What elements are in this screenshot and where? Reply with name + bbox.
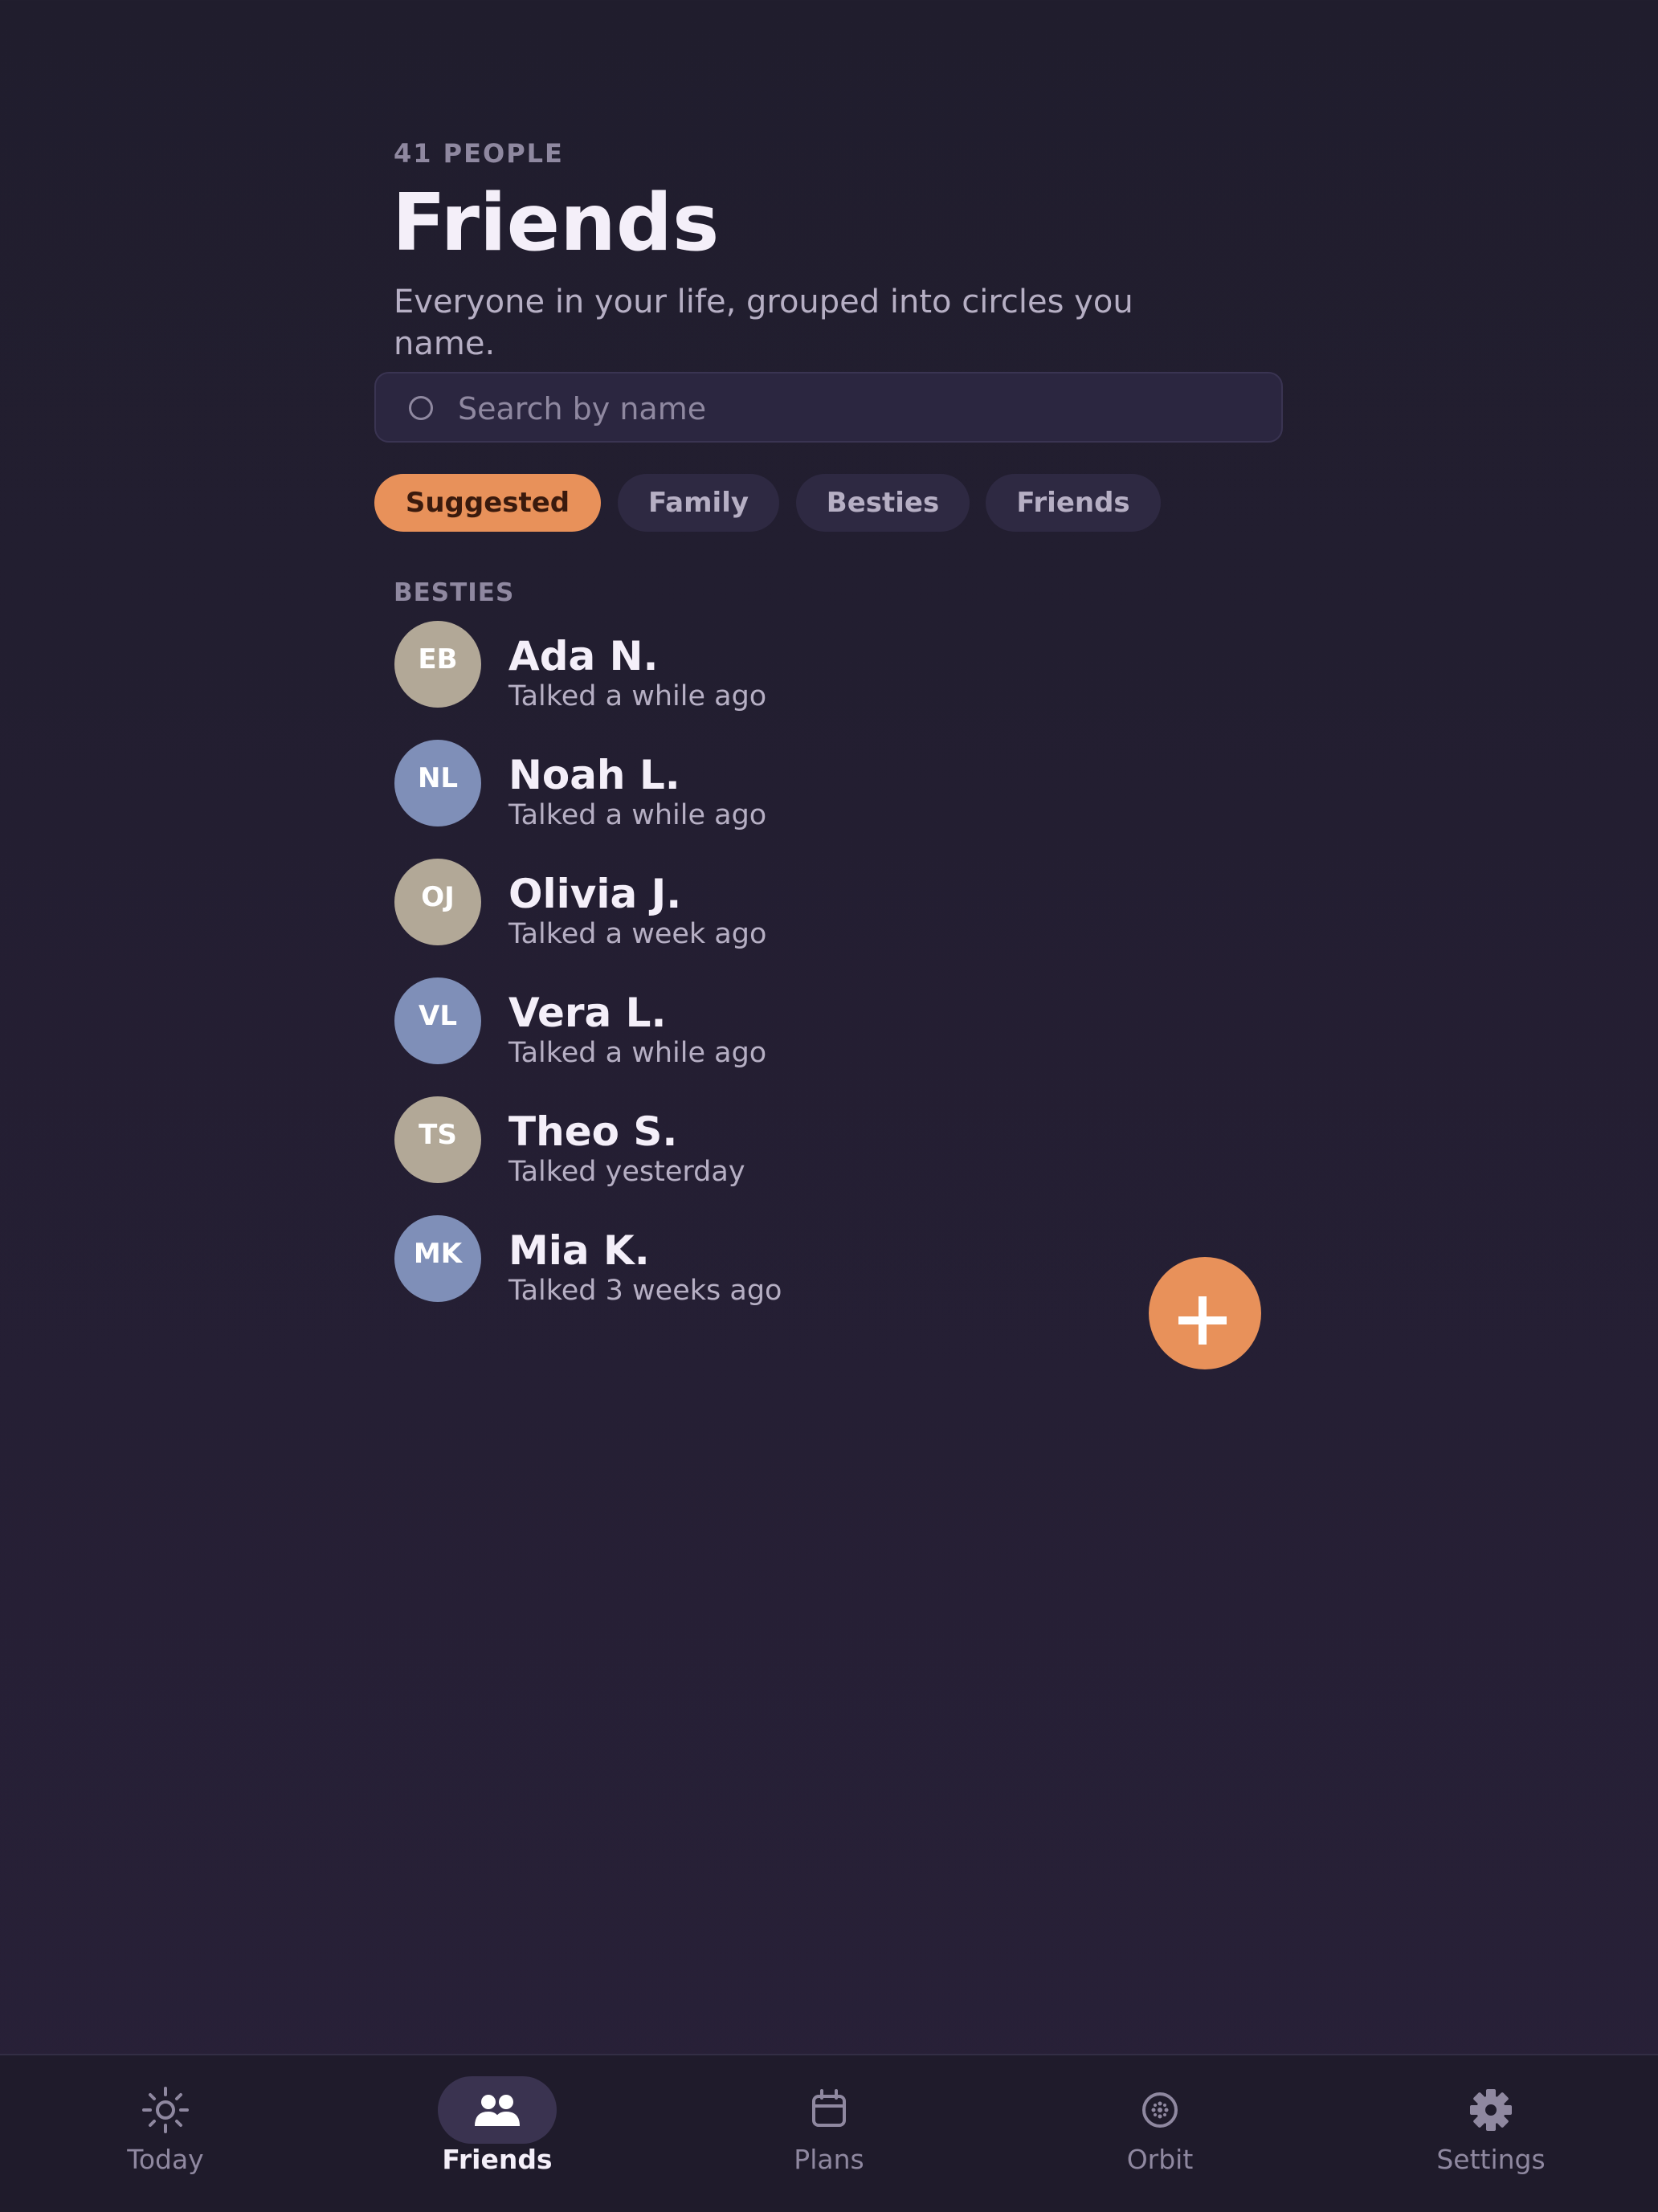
friend-status: Talked a while ago [508, 680, 767, 712]
friend-status: Talked a while ago [508, 799, 767, 831]
avatar: NL [394, 740, 481, 826]
friend-status: Talked a week ago [508, 918, 767, 950]
chip-family[interactable]: Family [618, 474, 779, 532]
nav-label: Settings [1436, 2144, 1546, 2175]
avatar: OJ [394, 859, 481, 945]
nav-orbit[interactable]: Orbit [1039, 2055, 1280, 2212]
nav-friends[interactable]: Friends [377, 2055, 618, 2212]
gear-icon [1470, 2089, 1512, 2131]
nav-settings[interactable]: Settings [1370, 2055, 1611, 2212]
friend-row[interactable]: EB Ada N. Talked a while ago [394, 621, 1197, 712]
avatar: VL [394, 977, 481, 1064]
friend-status: Talked a while ago [508, 1037, 767, 1069]
friend-row[interactable]: NL Noah L. Talked a while ago [394, 740, 1197, 831]
friend-name: Ada N. [508, 633, 659, 680]
search-icon [409, 396, 433, 420]
friend-name: Olivia J. [508, 871, 682, 917]
friend-row[interactable]: VL Vera L. Talked a while ago [394, 977, 1197, 1069]
nav-label: Today [127, 2144, 204, 2175]
avatar: EB [394, 621, 481, 708]
page-title: Friends [392, 178, 720, 269]
friend-name: Theo S. [508, 1108, 678, 1155]
chip-besties[interactable]: Besties [796, 474, 970, 532]
nav-label: Plans [794, 2144, 864, 2175]
orbit-icon [1142, 2092, 1178, 2128]
nav-label: Orbit [1126, 2144, 1194, 2175]
avatar: TS [394, 1096, 481, 1183]
friend-status: Talked 3 weeks ago [508, 1275, 782, 1307]
sun-icon [142, 2087, 189, 2133]
friend-row[interactable]: TS Theo S. Talked yesterday [394, 1096, 1197, 1188]
friend-status: Talked yesterday [508, 1156, 745, 1188]
section-header-besties: BESTIES [394, 578, 515, 607]
nav-plans[interactable]: Plans [709, 2055, 949, 2212]
chip-friends[interactable]: Friends [986, 474, 1161, 532]
chip-suggested[interactable]: Suggested [374, 474, 601, 532]
friend-name: Vera L. [508, 990, 667, 1036]
friend-row[interactable]: OJ Olivia J. Talked a week ago [394, 859, 1197, 950]
people-icon [475, 2095, 520, 2126]
page-subtitle: Everyone in your life, grouped into circ… [394, 284, 1133, 362]
add-friend-button[interactable] [1149, 1257, 1261, 1369]
search-bar[interactable] [374, 372, 1283, 443]
people-count: 41 PEOPLE [394, 138, 564, 169]
friend-name: Mia K. [508, 1227, 650, 1274]
avatar: MK [394, 1215, 481, 1302]
bottom-nav: Today Friends Plans Orbit Settings [0, 2054, 1658, 2212]
search-input[interactable] [456, 385, 1263, 433]
plus-icon [1178, 1296, 1227, 1345]
nav-today[interactable]: Today [45, 2055, 286, 2212]
nav-label: Friends [442, 2144, 553, 2175]
calendar-icon [812, 2089, 846, 2127]
friend-name: Noah L. [508, 752, 680, 798]
friend-row[interactable]: MK Mia K. Talked 3 weeks ago [394, 1215, 1197, 1307]
